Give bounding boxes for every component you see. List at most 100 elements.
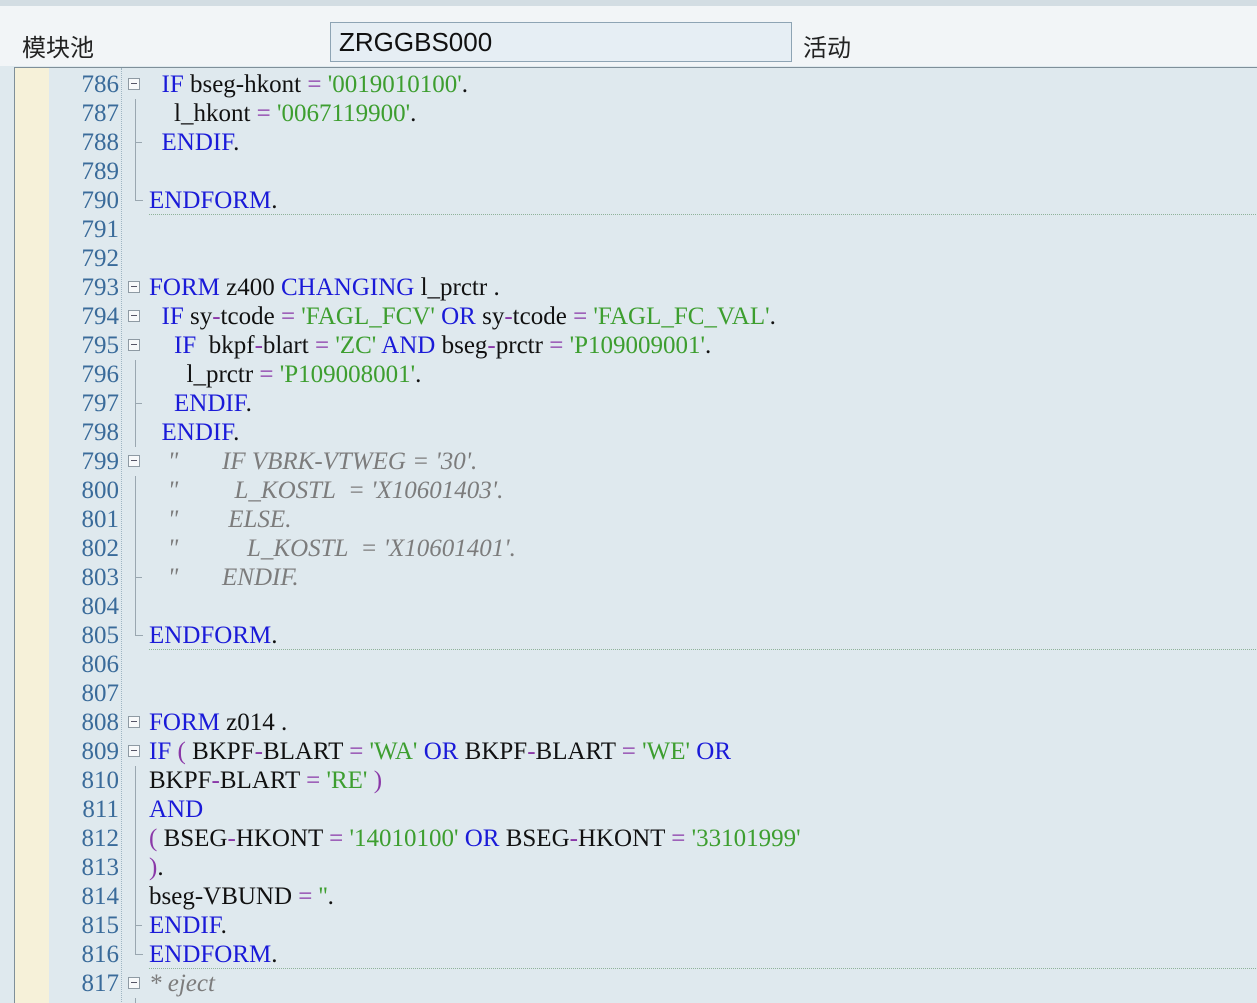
- fold-toggle-icon[interactable]: [128, 281, 140, 293]
- code-line[interactable]: 796 l_prctr = 'P109008001'.: [15, 360, 1257, 389]
- code-token: l_prctr .: [414, 274, 500, 301]
- code-token: tcode: [512, 303, 574, 330]
- code-line[interactable]: 787 l_hkont = '0067119900'.: [15, 99, 1257, 128]
- fold-toggle-icon[interactable]: [128, 455, 140, 467]
- code-line[interactable]: 804: [15, 592, 1257, 621]
- code-token: z014 .: [219, 709, 288, 736]
- code-text: ENDFORM.: [149, 621, 278, 650]
- code-line[interactable]: 814 bseg-VBUND = ''.: [15, 882, 1257, 911]
- code-token: l_hkont: [149, 100, 257, 127]
- code-token: ENDIF: [174, 390, 246, 417]
- code-token: ): [373, 767, 383, 794]
- code-line[interactable]: 813).: [15, 853, 1257, 882]
- code-text: ENDFORM.: [149, 186, 278, 215]
- fold-toggle-icon[interactable]: [128, 716, 140, 728]
- module-name-field[interactable]: ZRGGBS000: [330, 22, 792, 62]
- code-token: .: [271, 187, 278, 214]
- code-token: BKPF: [185, 738, 255, 765]
- code-token: bkpf: [196, 332, 255, 359]
- code-line[interactable]: 790 ENDFORM.: [15, 186, 1257, 215]
- code-line[interactable]: 816 ENDFORM.: [15, 940, 1257, 969]
- code-line[interactable]: 792: [15, 244, 1257, 273]
- line-number: 803: [81, 564, 120, 591]
- code-line[interactable]: 805 ENDFORM.: [15, 621, 1257, 650]
- fold-toggle-icon[interactable]: [128, 78, 140, 90]
- fold-toggle-icon[interactable]: [128, 745, 140, 757]
- fold-guide-tick: [135, 403, 142, 404]
- code-line[interactable]: 788 ENDIF.: [15, 128, 1257, 157]
- code-line[interactable]: 811 AND: [15, 795, 1257, 824]
- code-line[interactable]: 815 ENDIF.: [15, 911, 1257, 940]
- code-token: .: [327, 883, 334, 910]
- code-token: =: [621, 738, 636, 765]
- code-token: .: [415, 361, 422, 388]
- code-line[interactable]: 810 BKPF-BLART = 'RE' ): [15, 766, 1257, 795]
- code-line[interactable]: 797 ENDIF.: [15, 389, 1257, 418]
- fold-guide-line: [135, 99, 136, 128]
- code-token: .: [461, 71, 468, 98]
- code-line[interactable]: 800 " L_KOSTL = 'X10601403'.: [15, 476, 1257, 505]
- code-token: -: [487, 332, 496, 359]
- code-token: BKPF: [149, 767, 212, 794]
- fold-guide-line: [135, 360, 136, 389]
- code-token: .: [271, 941, 278, 968]
- fold-guide-line: [135, 998, 136, 1003]
- code-token: BLART: [219, 767, 307, 794]
- line-number: 814: [81, 883, 120, 910]
- code-text: IF bseg-hkont = '0019010100'.: [149, 70, 468, 99]
- fold-guide-end: [135, 186, 143, 201]
- abap-code-editor[interactable]: 786 IF bseg-hkont = '0019010100'. 787 l_h…: [14, 67, 1257, 1003]
- line-number: 804: [81, 593, 120, 620]
- code-token: ENDIF: [161, 419, 234, 446]
- line-number: 796: [81, 361, 120, 388]
- code-line[interactable]: 786 IF bseg-hkont = '0019010100'.: [15, 70, 1257, 99]
- fold-toggle-icon[interactable]: [128, 977, 140, 989]
- code-line[interactable]: 803 " ENDIF.: [15, 563, 1257, 592]
- code-line[interactable]: 807: [15, 679, 1257, 708]
- code-token: (: [177, 738, 186, 765]
- code-token: 'P109008001': [279, 361, 416, 388]
- line-number: 799: [81, 448, 120, 475]
- line-number: 813: [81, 854, 120, 881]
- fold-toggle-icon[interactable]: [128, 339, 140, 351]
- code-token: BLART: [262, 738, 350, 765]
- code-line[interactable]: 806: [15, 650, 1257, 679]
- code-line[interactable]: 793 FORM z400 CHANGING l_prctr .: [15, 273, 1257, 302]
- fold-guide-tick: [135, 142, 142, 143]
- code-token: tcode: [220, 303, 281, 330]
- code-line[interactable]: 818: [15, 998, 1257, 1003]
- code-text: IF ( BKPF-BLART = 'WA' OR BKPF-BLART = '…: [149, 737, 731, 766]
- code-token: prctr: [495, 332, 550, 359]
- code-token: blart: [262, 332, 315, 359]
- code-token: BSEG: [499, 825, 570, 852]
- line-number: 817: [81, 970, 120, 997]
- line-number: 786: [81, 71, 120, 98]
- code-line[interactable]: 809 IF ( BKPF-BLART = 'WA' OR BKPF-BLART …: [15, 737, 1257, 766]
- code-token: 'WE': [642, 738, 691, 765]
- code-line[interactable]: 798 ENDIF.: [15, 418, 1257, 447]
- code-token: .: [233, 129, 240, 156]
- code-token: -: [504, 303, 513, 330]
- code-line[interactable]: 812 ( BSEG-HKONT = '14010100' OR BSEG-HKO…: [15, 824, 1257, 853]
- code-token: z400: [219, 274, 281, 301]
- code-line[interactable]: 789: [15, 157, 1257, 186]
- code-line[interactable]: 801 " ELSE.: [15, 505, 1257, 534]
- code-token: ENDIF: [149, 912, 221, 939]
- code-line[interactable]: 795 IF bkpf-blart = 'ZC' AND bseg-prctr …: [15, 331, 1257, 360]
- header-bar: 模块池 ZRGGBS000 活动: [0, 6, 1257, 66]
- code-line[interactable]: 808 FORM z014 .: [15, 708, 1257, 737]
- code-line[interactable]: 817 * eject: [15, 969, 1257, 998]
- code-line[interactable]: 794 IF sy-tcode = 'FAGL_FCV' OR sy-tcode…: [15, 302, 1257, 331]
- code-text: " IF VBRK-VTWEG = '30'.: [149, 447, 478, 476]
- code-line[interactable]: 802 " L_KOSTL = 'X10601401'.: [15, 534, 1257, 563]
- code-token: '0019010100': [327, 71, 462, 98]
- code-token: IF: [149, 738, 172, 765]
- code-line[interactable]: 791: [15, 215, 1257, 244]
- line-number: 818: [49, 998, 120, 1003]
- code-token: .: [410, 100, 417, 127]
- code-token: =: [259, 361, 274, 388]
- line-number: 810: [81, 767, 120, 794]
- fold-toggle-icon[interactable]: [128, 310, 140, 322]
- code-line[interactable]: 799 " IF VBRK-VTWEG = '30'.: [15, 447, 1257, 476]
